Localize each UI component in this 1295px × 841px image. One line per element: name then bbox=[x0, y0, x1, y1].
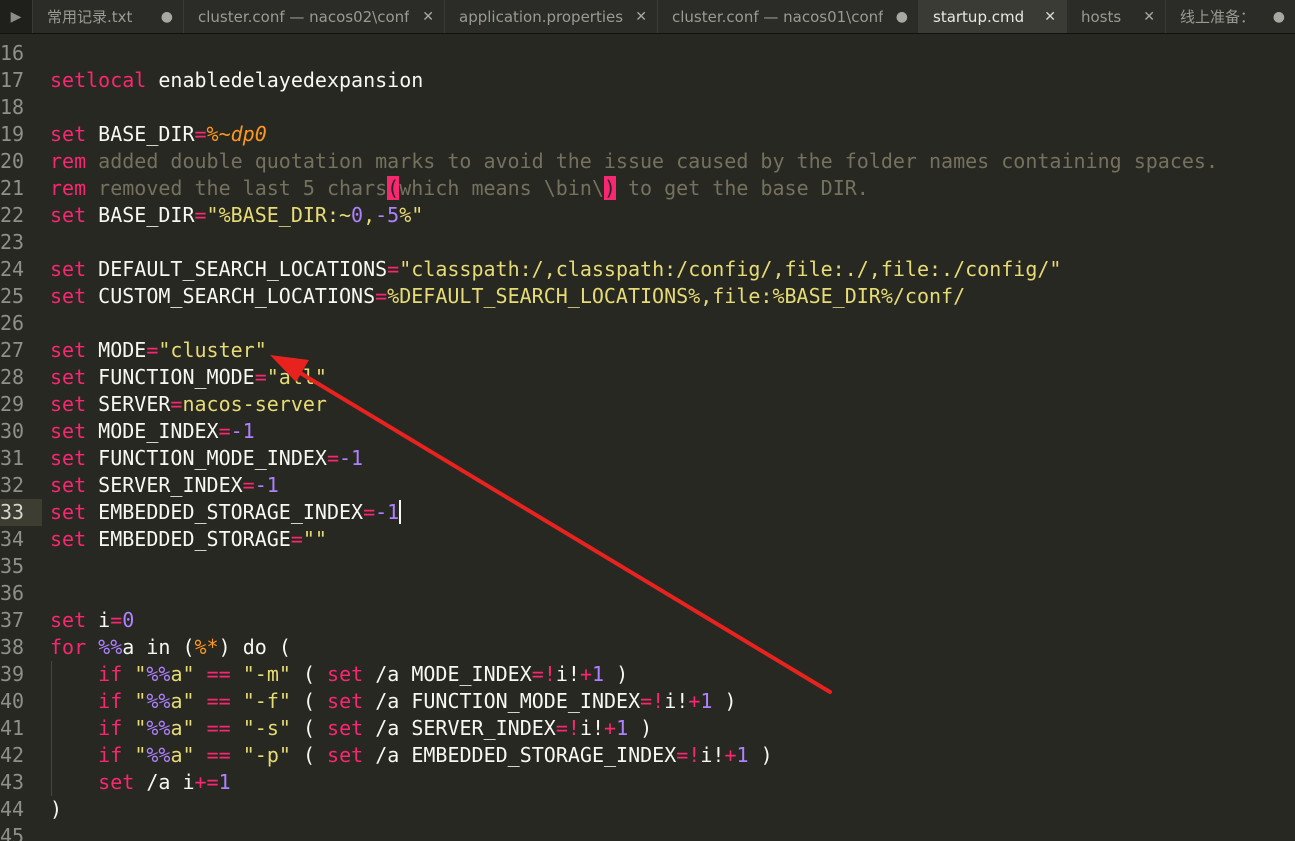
code-line: 22 set BASE_DIR="%BASE_DIR:~0,-5%" bbox=[0, 203, 424, 227]
line-number: 30 bbox=[0, 419, 25, 443]
code-editor[interactable]: 16 17 setlocal enabledelayedexpansion 18… bbox=[0, 34, 1295, 841]
tab-hosts[interactable]: hosts ✕ bbox=[1066, 0, 1165, 33]
line-number: 45 bbox=[0, 824, 25, 841]
code-line: 38 for %%a in (%*) do ( bbox=[0, 635, 291, 659]
unsaved-dot-icon[interactable]: ● bbox=[151, 9, 173, 25]
code-line: 43 set /a i+=1 bbox=[0, 769, 231, 796]
line-number: 19 bbox=[0, 122, 25, 146]
code-line: 45 bbox=[0, 823, 1295, 841]
text-cursor: -1 bbox=[375, 500, 402, 524]
code-line: 25 set CUSTOM_SEARCH_LOCATIONS=%DEFAULT_… bbox=[0, 284, 966, 308]
line-number: 38 bbox=[0, 635, 25, 659]
code-line: 21 rem removed the last 5 chars(which me… bbox=[0, 176, 869, 200]
tab-常用记录[interactable]: 常用记录.txt ● bbox=[32, 0, 183, 33]
line-number: 42 bbox=[0, 743, 25, 767]
tab-startup-cmd[interactable]: startup.cmd ✕ bbox=[918, 0, 1066, 33]
current-line: 33 set EMBEDDED_STORAGE_INDEX=-1 bbox=[0, 499, 402, 526]
code-line: 39 if "%%a" == "-m" ( set /a MODE_INDEX=… bbox=[0, 661, 629, 688]
code-line: 17 setlocal enabledelayedexpansion bbox=[0, 68, 424, 92]
line-number: 40 bbox=[0, 689, 25, 713]
line-number: 27 bbox=[0, 338, 25, 362]
line-number: 43 bbox=[0, 770, 25, 794]
line-number: 28 bbox=[0, 365, 25, 389]
tab-label: hosts bbox=[1081, 7, 1122, 26]
line-number: 24 bbox=[0, 257, 25, 281]
line-number: 25 bbox=[0, 284, 25, 308]
code-line: 27 set MODE="cluster" bbox=[0, 338, 267, 362]
code-line: 30 set MODE_INDEX=-1 bbox=[0, 419, 255, 443]
code-line: 36 bbox=[0, 580, 1295, 607]
code-line: 41 if "%%a" == "-s" ( set /a SERVER_INDE… bbox=[0, 715, 653, 742]
code-line: 31 set FUNCTION_MODE_INDEX=-1 bbox=[0, 446, 364, 470]
line-number: 33 bbox=[0, 500, 25, 524]
tab-label: cluster.conf — nacos02\conf bbox=[198, 7, 410, 26]
line-number: 20 bbox=[0, 149, 25, 173]
unsaved-dot-icon[interactable]: ● bbox=[1263, 9, 1285, 25]
tab-label: 线上准备： bbox=[1180, 8, 1256, 26]
line-number: 37 bbox=[0, 608, 25, 632]
code-line: 19 set BASE_DIR=%~dp0 bbox=[0, 122, 267, 146]
close-icon[interactable]: ✕ bbox=[1133, 9, 1155, 25]
tab-cluster-conf-nacos02[interactable]: cluster.conf — nacos02\conf ✕ bbox=[183, 0, 444, 33]
line-number: 34 bbox=[0, 527, 25, 551]
line-number: 31 bbox=[0, 446, 25, 470]
tab-bar: ▶ 常用记录.txt ● cluster.conf — nacos02\conf… bbox=[0, 0, 1295, 34]
tab-label: 常用记录.txt bbox=[47, 8, 133, 26]
line-number: 16 bbox=[0, 41, 25, 65]
line-number: 36 bbox=[0, 581, 25, 605]
code-line: 23 bbox=[0, 229, 1295, 256]
close-icon[interactable]: ✕ bbox=[625, 9, 647, 25]
code-line: 42 if "%%a" == "-p" ( set /a EMBEDDED_ST… bbox=[0, 742, 773, 769]
close-icon[interactable]: ✕ bbox=[1034, 9, 1056, 25]
tab-label: application.properties bbox=[459, 7, 624, 26]
line-number: 17 bbox=[0, 68, 25, 92]
line-number: 44 bbox=[0, 797, 25, 821]
code-line: 29 set SERVER=nacos-server bbox=[0, 392, 327, 416]
unsaved-dot-icon[interactable]: ● bbox=[886, 9, 908, 25]
tab-cluster-conf-nacos01[interactable]: cluster.conf — nacos01\conf ● bbox=[657, 0, 918, 33]
code-line: 18 bbox=[0, 94, 1295, 121]
code-line: 34 set EMBEDDED_STORAGE="" bbox=[0, 527, 327, 551]
code-line: 26 bbox=[0, 310, 1295, 337]
tab-线上准备[interactable]: 线上准备： ● bbox=[1165, 0, 1295, 33]
line-number: 39 bbox=[0, 662, 25, 686]
code-line: 20 rem added double quotation marks to a… bbox=[0, 149, 1218, 173]
code-line: 32 set SERVER_INDEX=-1 bbox=[0, 473, 279, 497]
line-number: 41 bbox=[0, 716, 25, 740]
line-number: 35 bbox=[0, 554, 25, 578]
tab-label: startup.cmd bbox=[933, 7, 1025, 26]
code-line: 24 set DEFAULT_SEARCH_LOCATIONS="classpa… bbox=[0, 257, 1062, 281]
code-line: 16 bbox=[0, 40, 1295, 67]
line-number: 26 bbox=[0, 311, 25, 335]
tab-label: cluster.conf — nacos01\conf bbox=[672, 7, 884, 26]
code-line: 28 set FUNCTION_MODE="all" bbox=[0, 365, 327, 389]
close-icon[interactable]: ✕ bbox=[412, 9, 434, 25]
line-number: 23 bbox=[0, 230, 25, 254]
code-line: 35 bbox=[0, 553, 1295, 580]
line-number: 21 bbox=[0, 176, 25, 200]
line-number: 18 bbox=[0, 95, 25, 119]
line-number: 32 bbox=[0, 473, 25, 497]
code-line: 37 set i=0 bbox=[0, 608, 135, 632]
line-number: 29 bbox=[0, 392, 25, 416]
code-line: 40 if "%%a" == "-f" ( set /a FUNCTION_MO… bbox=[0, 688, 737, 715]
tab-overflow-icon[interactable]: ▶ bbox=[0, 0, 32, 33]
tab-application-properties[interactable]: application.properties ✕ bbox=[444, 0, 657, 33]
code-line: 44 ) bbox=[0, 797, 63, 821]
line-number: 22 bbox=[0, 203, 25, 227]
